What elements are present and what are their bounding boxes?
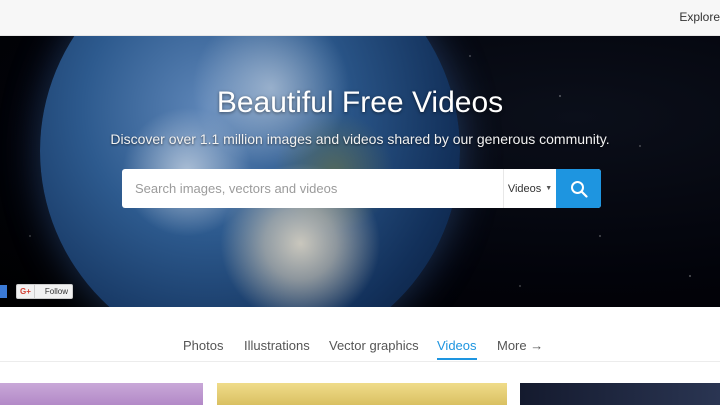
tab-vector-graphics[interactable]: Vector graphics <box>329 338 419 353</box>
video-thumbnail[interactable] <box>520 383 720 405</box>
search-bar: Videos ▼ <box>122 169 601 208</box>
tab-videos[interactable]: Videos <box>437 338 477 360</box>
video-thumbnail-grid <box>0 383 720 405</box>
video-thumbnail[interactable] <box>0 383 203 405</box>
search-button[interactable] <box>556 169 601 208</box>
social-share-button[interactable] <box>0 285 7 298</box>
hero-title: Beautiful Free Videos <box>216 86 504 119</box>
media-type-label: Videos <box>507 182 542 195</box>
tab-photos[interactable]: Photos <box>183 338 223 353</box>
hero-banner: Beautiful Free Videos Discover over 1.1 … <box>0 36 720 307</box>
explore-menu[interactable]: Explore <box>679 10 720 24</box>
media-type-dropdown[interactable]: Videos ▼ <box>503 169 556 208</box>
search-input[interactable] <box>122 169 502 208</box>
top-bar: Explore <box>0 0 720 36</box>
tab-illustrations[interactable]: Illustrations <box>244 338 310 353</box>
google-plus-follow-button[interactable]: G+ Follow <box>16 284 73 299</box>
follow-label: Follow <box>44 287 69 296</box>
video-thumbnail[interactable] <box>217 383 507 405</box>
media-tabs: Photos Illustrations Vector graphics Vid… <box>0 307 720 362</box>
search-icon <box>570 180 588 198</box>
hero-subtitle: Discover over 1.1 million images and vid… <box>110 131 610 147</box>
caret-down-icon: ▼ <box>545 185 553 192</box>
tab-more[interactable]: More → <box>497 338 543 353</box>
google-plus-icon: G+ <box>17 285 35 298</box>
